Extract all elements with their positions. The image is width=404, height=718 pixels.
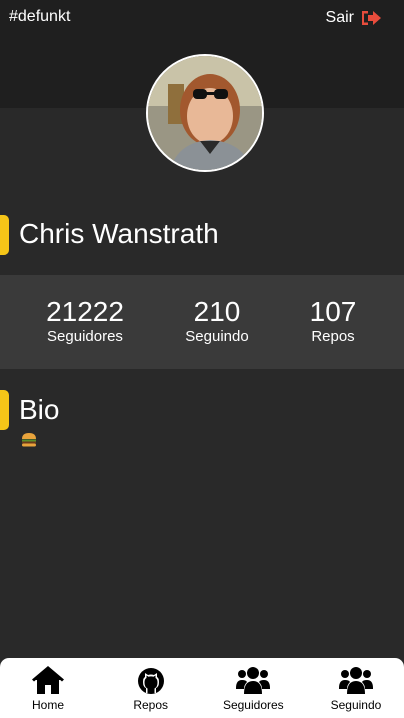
tab-home[interactable]: Home <box>6 658 90 718</box>
bio-title: Bio <box>19 394 60 425</box>
stat-following-label: Seguindo <box>185 328 249 345</box>
logout-button[interactable]: Sair <box>326 9 382 27</box>
name-accent-bar <box>0 215 9 255</box>
stat-followers-value: 21222 <box>46 296 124 327</box>
bio-accent-bar <box>0 390 9 430</box>
tab-following[interactable]: Seguindo <box>314 658 398 718</box>
stat-following: 210 Seguindo <box>167 297 267 346</box>
stat-following-value: 210 <box>193 296 241 327</box>
logout-label: Sair <box>325 9 354 26</box>
stat-repos: 107 Repos <box>283 297 383 346</box>
tab-repos[interactable]: Repos <box>109 658 193 718</box>
home-icon <box>32 666 64 694</box>
profile-name: Chris Wanstrath <box>19 218 219 249</box>
users-icon <box>338 667 373 694</box>
sign-out-icon <box>362 11 381 25</box>
stats-bar: 21222 Seguidores 210 Seguindo 107 Repos <box>0 275 404 369</box>
users-icon <box>236 667 271 694</box>
stat-followers: 21222 Seguidores <box>35 297 135 346</box>
tab-repos-label: Repos <box>133 698 168 712</box>
stat-followers-label: Seguidores <box>47 328 123 345</box>
tab-home-label: Home <box>31 698 64 712</box>
stat-repos-value: 107 <box>309 296 357 327</box>
username-label: #defunkt <box>9 8 71 25</box>
hamburger-emoji-icon <box>21 433 37 452</box>
github-icon <box>137 668 164 694</box>
stat-repos-label: Repos <box>311 328 355 345</box>
tab-followers-label: Seguidores <box>222 698 284 712</box>
bottom-tab-bar: Home Repos Seguidores Seguindo <box>0 658 404 718</box>
tab-followers[interactable]: Seguidores <box>211 658 295 718</box>
tab-following-label: Seguindo <box>330 698 382 712</box>
avatar <box>146 54 264 172</box>
